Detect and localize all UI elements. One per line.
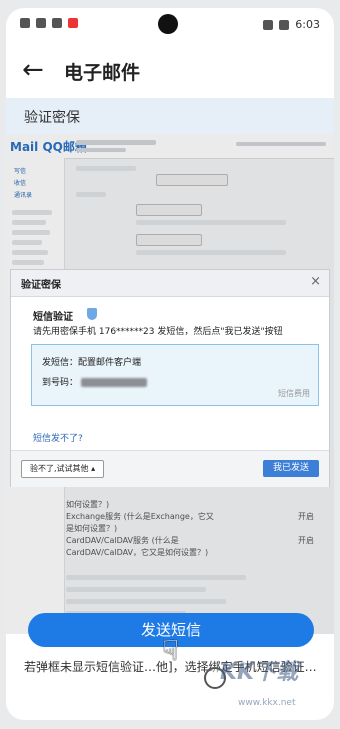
sent-button[interactable]: 我已发送 bbox=[262, 460, 319, 477]
wifi-icon bbox=[36, 18, 46, 28]
status-icons-left bbox=[20, 18, 78, 28]
clock: 6:03 bbox=[295, 18, 320, 31]
sms-to-label: 到号码： bbox=[42, 378, 79, 388]
sms-instruction: 请先用密保手机 176******23 发短信，然后点"我已发送"按钮 bbox=[33, 327, 283, 337]
sms-to-row: 到号码： bbox=[42, 375, 147, 388]
front-camera bbox=[158, 14, 178, 34]
page-title: 电子邮件 bbox=[64, 62, 141, 84]
dialog-title: 验证密保 bbox=[21, 280, 61, 291]
status-icons-right: 6:03 bbox=[263, 18, 320, 31]
sms-heading: 短信验证 bbox=[33, 312, 73, 323]
shield-icon bbox=[87, 308, 97, 320]
close-icon[interactable]: × bbox=[310, 274, 321, 289]
notification-icon bbox=[20, 18, 30, 28]
section-title: 验证密保 bbox=[24, 110, 80, 126]
try-other-button[interactable]: 验不了,试试其他 ▴ bbox=[21, 460, 105, 478]
sms-info-box: 发短信：配置邮件客户端 到号码： 短信费用 bbox=[31, 344, 319, 406]
phone-screen: 6:03 ← 电子邮件 验证密保 Mail QQ邮箱 写信 收信 通讯录 如何设… bbox=[6, 8, 334, 720]
battery-icon bbox=[279, 19, 290, 30]
sms-content: 发短信：配置邮件客户端 bbox=[42, 358, 142, 368]
app-bar: ← 电子邮件 bbox=[6, 46, 334, 96]
section-header: 验证密保 bbox=[6, 98, 334, 134]
back-arrow-icon[interactable]: ← bbox=[22, 57, 46, 83]
status-bar: 6:03 bbox=[6, 8, 334, 38]
mute-icon bbox=[263, 19, 274, 30]
dialog-title-bar: 验证密保 × bbox=[11, 270, 329, 297]
app-badge-icon bbox=[68, 18, 78, 28]
cant-send-link[interactable]: 短信发不了? bbox=[33, 431, 83, 444]
app-icon bbox=[52, 18, 62, 28]
verification-dialog: 验证密保 × 短信验证 请先用密保手机 176******23 发短信，然后点"… bbox=[10, 269, 330, 487]
fee-link[interactable]: 短信费用 bbox=[278, 388, 310, 399]
tutorial-screenshot: Mail QQ邮箱 写信 收信 通讯录 如何设置？) Exchange服务 (什… bbox=[6, 134, 334, 634]
masked-number bbox=[80, 378, 147, 387]
watermark-brand: KK下载 bbox=[220, 660, 299, 685]
dialog-footer: 验不了,试试其他 ▴ 我已发送 bbox=[11, 450, 329, 487]
watermark-url: www.kkx.net bbox=[238, 698, 296, 708]
